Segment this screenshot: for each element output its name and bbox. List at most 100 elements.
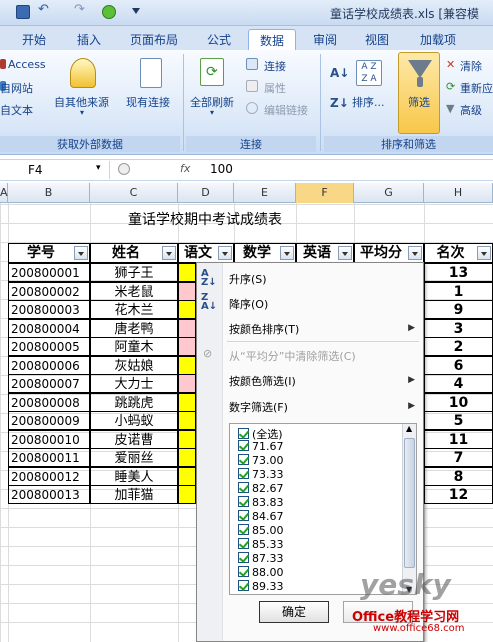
chinese-score-cell[interactable] xyxy=(178,300,196,319)
rank-cell[interactable]: 2 xyxy=(424,337,493,356)
other-sources-dropdown-icon[interactable]: ▾ xyxy=(80,108,84,117)
column-header-a[interactable]: A xyxy=(0,183,8,203)
student-id-cell[interactable]: 200800007 xyxy=(8,374,90,393)
filter-list-item[interactable]: (全选) xyxy=(238,426,283,441)
checkbox-checked-icon[interactable] xyxy=(238,440,249,451)
name-box-dropdown-icon[interactable]: ▾ xyxy=(96,163,101,173)
tab-view[interactable]: 视图 xyxy=(354,29,400,50)
properties-button[interactable]: 属性 xyxy=(264,80,286,96)
filter-list-item[interactable]: 87.33 xyxy=(238,552,284,566)
student-id-cell[interactable]: 200800002 xyxy=(8,281,90,301)
filter-list-item[interactable]: 73.33 xyxy=(238,468,284,482)
reapply-button[interactable]: 重新应 xyxy=(460,80,493,96)
customize-icon[interactable] xyxy=(132,8,140,16)
tab-addins[interactable]: 加载项 xyxy=(408,29,468,50)
student-name-cell[interactable]: 狮子王 xyxy=(90,263,178,282)
chinese-score-cell[interactable] xyxy=(178,374,196,393)
tab-data[interactable]: 数据 xyxy=(248,29,296,50)
from-text-button[interactable]: 自文本 xyxy=(0,102,33,118)
student-name-cell[interactable]: 爱丽丝 xyxy=(90,448,178,467)
rank-cell[interactable]: 8 xyxy=(424,466,493,486)
filter-list-item[interactable]: 85.33 xyxy=(238,538,284,552)
checkbox-checked-icon[interactable] xyxy=(238,454,249,465)
filter-list-item[interactable]: 82.67 xyxy=(238,482,284,496)
student-id-cell[interactable]: 200800006 xyxy=(8,355,90,375)
connections-button[interactable]: 连接 xyxy=(264,58,286,74)
rank-cell[interactable]: 10 xyxy=(424,392,493,412)
record-icon[interactable] xyxy=(102,5,116,19)
scroll-thumb[interactable] xyxy=(404,438,415,568)
rank-cell[interactable]: 11 xyxy=(424,429,493,449)
scroll-up-icon[interactable]: ▲ xyxy=(406,424,412,433)
student-id-cell[interactable]: 200800013 xyxy=(8,485,90,504)
student-name-cell[interactable]: 米老鼠 xyxy=(90,281,178,301)
rank-cell[interactable]: 13 xyxy=(424,263,493,282)
filter-list-item[interactable]: 88.00 xyxy=(238,566,284,580)
filter-list-item[interactable]: 84.67 xyxy=(238,510,284,524)
chinese-score-cell[interactable] xyxy=(178,485,196,504)
menu-clear-filter[interactable]: 从“平均分”中清除筛选(C) xyxy=(229,348,356,364)
student-id-cell[interactable]: 200800001 xyxy=(8,263,90,282)
rank-cell[interactable]: 9 xyxy=(424,300,493,319)
advanced-button[interactable]: 高级 xyxy=(460,102,482,118)
filter-arrow-button[interactable] xyxy=(408,246,422,260)
insert-function-icon[interactable]: fx xyxy=(180,162,190,175)
filter-arrow-button[interactable] xyxy=(218,246,232,260)
filter-arrow-button[interactable] xyxy=(280,246,294,260)
sort-descending-icon[interactable]: Z↓ xyxy=(330,96,349,110)
student-name-cell[interactable]: 灰姑娘 xyxy=(90,355,178,375)
rank-cell[interactable]: 12 xyxy=(424,485,493,504)
from-web-button[interactable]: 自网站 xyxy=(0,80,33,96)
student-id-cell[interactable]: 200800010 xyxy=(8,429,90,449)
student-name-cell[interactable]: 加菲猫 xyxy=(90,485,178,504)
sort-ascending-icon[interactable]: A↓ xyxy=(330,66,349,80)
student-name-cell[interactable]: 小蚂蚁 xyxy=(90,411,178,430)
rank-cell[interactable]: 7 xyxy=(424,448,493,467)
column-header-f[interactable]: F xyxy=(296,183,354,203)
rank-cell[interactable]: 5 xyxy=(424,411,493,430)
tab-review[interactable]: 审阅 xyxy=(302,29,348,50)
menu-filter-by-color[interactable]: 按颜色筛选(I) xyxy=(229,373,296,389)
filter-list-item[interactable]: 85.00 xyxy=(238,524,284,538)
menu-sort-ascending[interactable]: 升序(S) xyxy=(229,271,267,287)
student-id-cell[interactable]: 200800005 xyxy=(8,337,90,356)
clear-button[interactable]: 清除 xyxy=(460,58,482,74)
student-name-cell[interactable]: 睡美人 xyxy=(90,466,178,486)
student-id-cell[interactable]: 200800011 xyxy=(8,448,90,467)
filter-arrow-button[interactable] xyxy=(162,246,176,260)
student-id-cell[interactable]: 200800003 xyxy=(8,300,90,319)
refresh-dropdown-icon[interactable]: ▾ xyxy=(210,108,214,117)
formula-handle-icon[interactable] xyxy=(118,163,130,175)
column-header-e[interactable]: E xyxy=(234,183,296,203)
checkbox-checked-icon[interactable] xyxy=(238,510,249,521)
tab-home[interactable]: 开始 xyxy=(8,29,60,50)
chinese-score-cell[interactable] xyxy=(178,318,196,338)
student-name-cell[interactable]: 花木兰 xyxy=(90,300,178,319)
checkbox-checked-icon[interactable] xyxy=(238,538,249,549)
column-header-g[interactable]: G xyxy=(354,183,424,203)
undo-icon[interactable]: ↶ xyxy=(38,2,52,17)
student-name-cell[interactable]: 唐老鸭 xyxy=(90,318,178,338)
column-header-d[interactable]: D xyxy=(178,183,234,203)
redo-icon[interactable]: ↷ xyxy=(74,2,88,17)
rank-cell[interactable]: 3 xyxy=(424,318,493,338)
checkbox-checked-icon[interactable] xyxy=(238,428,249,439)
student-name-cell[interactable]: 皮诺曹 xyxy=(90,429,178,449)
checkbox-checked-icon[interactable] xyxy=(238,566,249,577)
column-header-h[interactable]: H xyxy=(424,183,493,203)
sheet-title[interactable]: 童话学校期中考试成绩表 xyxy=(128,211,282,230)
rank-cell[interactable]: 6 xyxy=(424,355,493,375)
filter-arrow-button[interactable] xyxy=(74,246,88,260)
chinese-score-cell[interactable] xyxy=(178,392,196,412)
chinese-score-cell[interactable] xyxy=(178,466,196,486)
student-name-cell[interactable]: 大力士 xyxy=(90,374,178,393)
filter-list-item[interactable]: 71.67 xyxy=(238,440,284,454)
ok-button[interactable]: 确定 xyxy=(259,601,329,623)
student-name-cell[interactable]: 跳跳虎 xyxy=(90,392,178,412)
student-id-cell[interactable]: 200800008 xyxy=(8,392,90,412)
student-id-cell[interactable]: 200800004 xyxy=(8,318,90,338)
column-header-c[interactable]: C xyxy=(90,183,178,203)
from-access-button[interactable]: Access xyxy=(8,58,46,71)
chinese-score-cell[interactable] xyxy=(178,411,196,430)
formula-value[interactable]: 100 xyxy=(210,162,233,176)
